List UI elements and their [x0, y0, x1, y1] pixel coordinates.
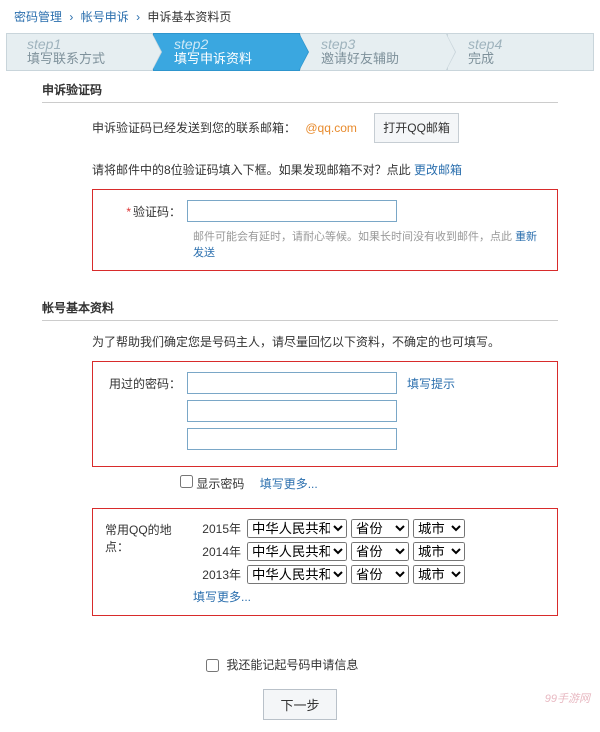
country-select-2013[interactable]: 中华人民共和国	[247, 565, 347, 584]
step-4-label: 完成	[468, 51, 593, 67]
verify-code-label: *验证码：	[105, 203, 187, 220]
city-select-2014[interactable]: 城市	[413, 542, 465, 561]
step-1-label: 填写联系方式	[27, 51, 152, 67]
country-select-2015[interactable]: 中华人民共和国	[247, 519, 347, 538]
province-select-2014[interactable]: 省份	[351, 542, 409, 561]
used-pwd-input-3[interactable]	[187, 428, 397, 450]
used-pwd-label: 用过的密码：	[105, 375, 187, 392]
country-select-2014[interactable]: 中华人民共和国	[247, 542, 347, 561]
verify-helper-text: 邮件可能会有延时，请耐心等候。如果长时间没有收到邮件，点此	[193, 231, 512, 243]
breadcrumb: 密码管理 › 帐号申诉 › 申诉基本资料页	[0, 0, 600, 33]
open-qq-mail-button[interactable]: 打开QQ邮箱	[374, 113, 459, 143]
step-progress: step1 填写联系方式 step2 填写申诉资料 step3 邀请好友辅助 s…	[0, 33, 600, 75]
step-2-label: 填写申诉资料	[174, 51, 299, 67]
province-select-2015[interactable]: 省份	[351, 519, 409, 538]
show-password-checkbox[interactable]: 显示密码	[180, 477, 244, 491]
used-pwd-input-2[interactable]	[187, 400, 397, 422]
change-email-link[interactable]: 更改邮箱	[414, 163, 462, 177]
verify-code-input[interactable]	[187, 200, 397, 222]
city-select-2015[interactable]: 城市	[413, 519, 465, 538]
step-3-label: 邀请好友辅助	[321, 51, 446, 67]
basic-desc: 为了帮助我们确定您是号码主人，请尽量回忆以下资料，不确定的也可填写。	[42, 331, 558, 353]
step-4-num: step4	[468, 37, 593, 51]
step-4: step4 完成	[447, 33, 594, 71]
verify-hint-text: 请将邮件中的8位验证码填入下框。如果发现邮箱不对？点此	[92, 163, 411, 177]
verify-section-title: 申诉验证码	[42, 81, 558, 103]
breadcrumb-sep: ›	[69, 10, 73, 24]
fill-more-pwd-link[interactable]: 填写更多...	[260, 477, 318, 491]
city-select-2013[interactable]: 城市	[413, 565, 465, 584]
breadcrumb-sep: ›	[136, 10, 140, 24]
step-1-num: step1	[27, 37, 152, 51]
step-1: step1 填写联系方式	[6, 33, 153, 71]
common-location-label: 常用QQ的地点：	[105, 519, 193, 605]
breadcrumb-account-appeal[interactable]: 帐号申诉	[81, 10, 129, 24]
location-row-2014: 2014年 中华人民共和国 省份 城市	[193, 542, 469, 561]
fill-more-location-link[interactable]: 填写更多...	[193, 590, 251, 604]
province-select-2013[interactable]: 省份	[351, 565, 409, 584]
location-row-2013: 2013年 中华人民共和国 省份 城市	[193, 565, 469, 584]
verify-email: @qq.com	[305, 121, 357, 135]
next-step-button[interactable]: 下一步	[263, 689, 336, 720]
year-2015-label: 2015年	[193, 520, 241, 537]
step-2-num: step2	[174, 37, 299, 51]
fill-hint-link[interactable]: 填写提示	[407, 375, 455, 392]
location-row-2015: 2015年 中华人民共和国 省份 城市	[193, 519, 469, 538]
step-3-num: step3	[321, 37, 446, 51]
step-3: step3 邀请好友辅助	[300, 33, 447, 71]
year-2014-label: 2014年	[193, 543, 241, 560]
breadcrumb-current: 申诉基本资料页	[147, 10, 231, 24]
step-2: step2 填写申诉资料	[153, 33, 300, 71]
year-2013-label: 2013年	[193, 566, 241, 583]
used-pwd-input-1[interactable]	[187, 372, 397, 394]
verify-sent-text: 申诉验证码已经发送到您的联系邮箱：	[92, 121, 296, 135]
breadcrumb-pwd-mgmt[interactable]: 密码管理	[14, 10, 62, 24]
remember-info-checkbox[interactable]: 我还能记起号码申请信息	[206, 658, 358, 672]
basic-section-title: 帐号基本资料	[42, 299, 558, 321]
